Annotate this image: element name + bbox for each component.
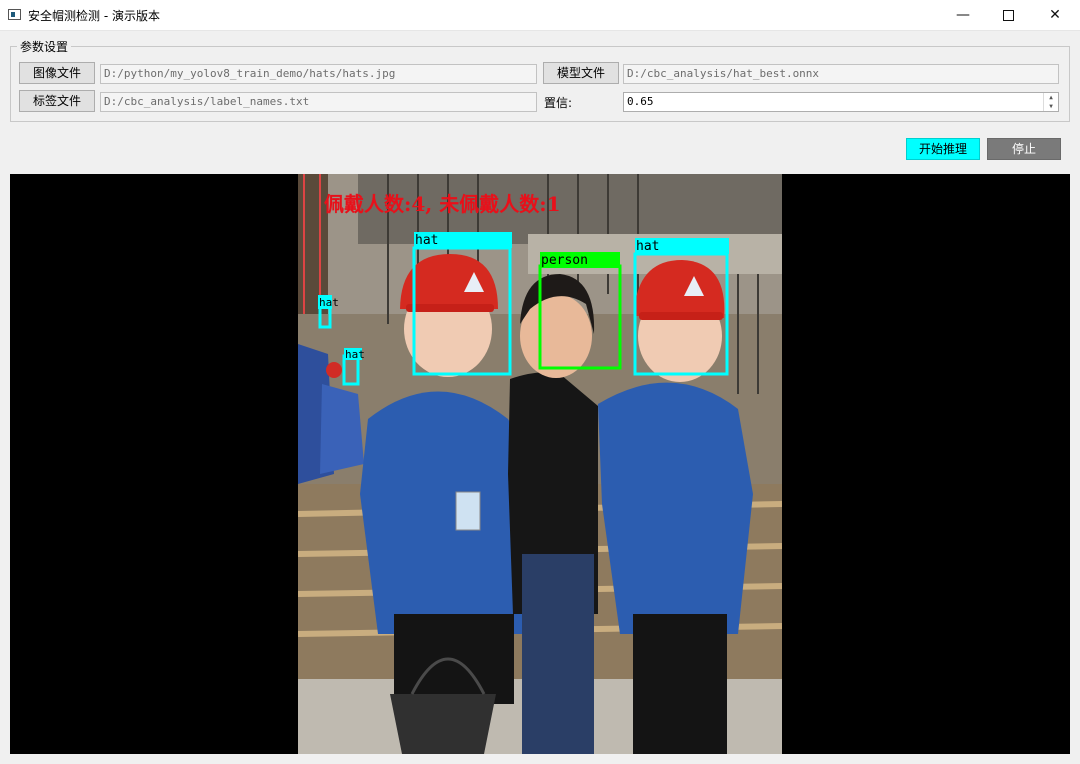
stop-button[interactable]: 停止 — [987, 138, 1061, 160]
image-viewer: hat person hat hat hat 佩戴人数:4, 未佩戴人数:1 — [10, 174, 1070, 754]
detection-label: hat — [636, 239, 659, 254]
scene-svg: hat person hat hat hat — [298, 174, 782, 754]
close-button[interactable]: ✕ — [1032, 0, 1078, 30]
maximize-button[interactable] — [985, 0, 1031, 30]
image-path-field[interactable]: D:/python/my_yolov8_train_demo/hats/hats… — [100, 64, 537, 84]
confidence-spinbox[interactable]: 0.65 ▲ ▼ — [623, 92, 1059, 112]
start-inference-button[interactable]: 开始推理 — [906, 138, 980, 160]
confidence-label: 置信: — [544, 96, 573, 110]
image-file-button[interactable]: 图像文件 — [19, 62, 95, 84]
spin-down-icon[interactable]: ▼ — [1044, 102, 1058, 111]
detection-status-text: 佩戴人数:4, 未佩戴人数:1 — [324, 192, 561, 216]
detection-label: hat — [345, 348, 365, 361]
result-image: hat person hat hat hat — [298, 174, 782, 754]
detection-label: hat — [319, 296, 339, 309]
confidence-value: 0.65 — [627, 95, 654, 108]
label-file-button[interactable]: 标签文件 — [19, 90, 95, 112]
spin-up-icon[interactable]: ▲ — [1044, 93, 1058, 102]
model-path-field[interactable]: D:/cbc_analysis/hat_best.onnx — [623, 64, 1059, 84]
model-file-button[interactable]: 模型文件 — [543, 62, 619, 84]
title-bar: 安全帽测检测 - 演示版本 — ✕ — [0, 0, 1080, 31]
params-group-title: 参数设置 — [20, 40, 69, 54]
maximize-icon — [1002, 9, 1014, 21]
app-icon — [8, 9, 21, 20]
window-title: 安全帽测检测 - 演示版本 — [28, 9, 160, 23]
spin-arrows: ▲ ▼ — [1043, 93, 1058, 111]
minimize-button[interactable]: — — [940, 0, 986, 30]
detection-label: hat — [415, 233, 438, 248]
label-path-field[interactable]: D:/cbc_analysis/label_names.txt — [100, 92, 537, 112]
detection-label: person — [541, 253, 588, 268]
